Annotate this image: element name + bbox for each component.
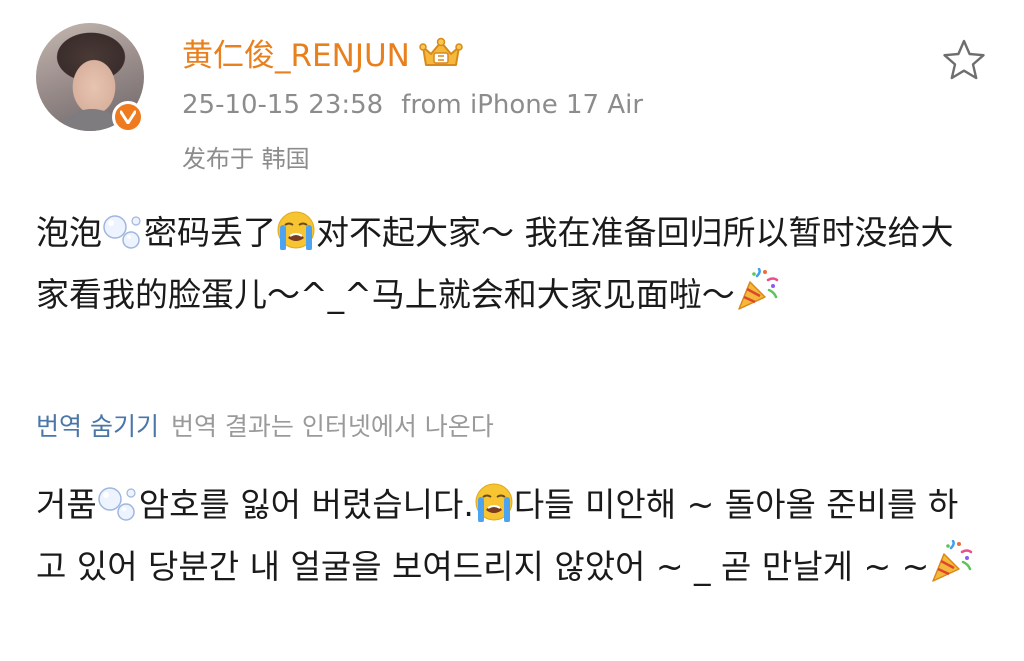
crying-face-emoji-icon: [276, 210, 316, 267]
translation-note: 번역 결과는 인터넷에서 나온다: [170, 412, 494, 441]
post-text-ko-part1: 거품: [36, 485, 97, 524]
post-text-ko: 거품 암호를 잃어 버렸습니다. 다들 미안해 ~ 돌아올 준비를 하고 있어 …: [36, 477, 986, 601]
post-text-ko-part2: 암호를 잃어 버렸습니다.: [138, 485, 474, 524]
post-text-zh: 泡泡 密码丢了 对不起大家～ 我在准备回归所以暂时没给大家看我的脸蛋儿～^_^马…: [36, 205, 986, 329]
post-timestamp: 25-10-15 23:58: [182, 90, 384, 120]
post-location: 发布于 韩国: [182, 145, 310, 173]
star-icon[interactable]: [941, 38, 987, 86]
crying-face-emoji-icon: [474, 482, 514, 539]
verified-v-icon: [120, 110, 136, 124]
party-popper-emoji-icon: [735, 267, 779, 329]
translate-row: 번역 숨기기 번역 결과는 인터넷에서 나온다: [36, 407, 494, 443]
hide-translation-link[interactable]: 번역 숨기기: [36, 412, 159, 441]
post-text-zh-part2: 密码丢了: [144, 213, 276, 252]
post-source: from iPhone 17 Air: [401, 90, 644, 120]
post-meta: 25-10-15 23:58 from iPhone 17 Air: [182, 90, 643, 120]
post-text-zh-part1: 泡泡: [36, 213, 102, 252]
bubbles-emoji-icon: [102, 211, 144, 267]
bubbles-emoji-icon: [97, 483, 139, 539]
crown-icon: [418, 37, 464, 79]
verified-badge-icon: [112, 101, 144, 133]
username[interactable]: 黄仁俊_RENJUN: [182, 38, 410, 74]
party-popper-emoji-icon: [929, 539, 973, 601]
username-row: 黄仁俊_RENJUN: [182, 30, 464, 79]
